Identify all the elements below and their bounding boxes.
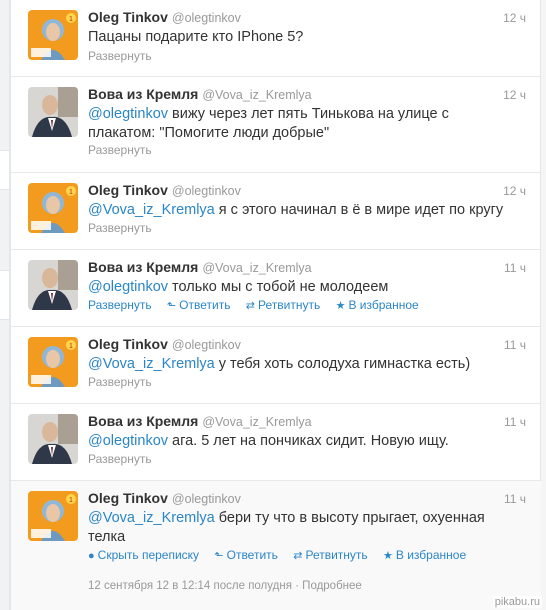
tweet-body: у тебя хоть солодуха гимнастка есть) bbox=[214, 356, 471, 372]
author-handle[interactable]: @olegtinkov bbox=[172, 338, 241, 352]
avatar-oleg-tinkov[interactable]: 1 bbox=[28, 337, 78, 387]
author-name[interactable]: Oleg Tinkov bbox=[88, 336, 168, 352]
author-handle[interactable]: @Vova_iz_Kremlya bbox=[202, 261, 311, 275]
reply-button[interactable]: ⬑ Ответить bbox=[214, 548, 278, 562]
tweet-text: @olegtinkov вижу через лет пять Тинькова… bbox=[88, 105, 508, 143]
tweet-time[interactable]: 12 ч bbox=[503, 88, 526, 102]
mention-link[interactable]: @olegtinkov bbox=[88, 279, 168, 295]
tweet-time[interactable]: 12 ч bbox=[503, 184, 526, 198]
retweet-button[interactable]: ⇄ Ретвитнуть bbox=[293, 548, 367, 562]
avatar-oleg-tinkov[interactable]: 1 bbox=[28, 10, 78, 60]
avatar-vova-iz-kremlya[interactable] bbox=[28, 414, 78, 464]
tweet-time[interactable]: 11 ч bbox=[504, 338, 526, 352]
reply-label: Ответить bbox=[179, 298, 231, 312]
tweet[interactable]: Вова из Кремля @Vova_iz_Kremlya 11 ч @ole… bbox=[11, 404, 542, 481]
reply-icon: ⬑ bbox=[166, 300, 177, 312]
tweet[interactable]: 1 Oleg Tinkov @olegtinkov 12 ч @Vova_iz_K… bbox=[11, 173, 542, 250]
tweet[interactable]: 1 Oleg Tinkov @olegtinkov 11 ч @Vova_iz_K… bbox=[11, 481, 542, 610]
svg-text:1: 1 bbox=[69, 343, 73, 350]
author-handle[interactable]: @olegtinkov bbox=[172, 11, 241, 25]
expand-link[interactable]: Развернуть bbox=[88, 375, 152, 389]
author-handle[interactable]: @olegtinkov bbox=[172, 184, 241, 198]
tweet-text: @olegtinkov только мы с тобой не молодее… bbox=[88, 278, 508, 297]
avatar-oleg-tinkov[interactable]: 1 bbox=[28, 491, 78, 541]
svg-text:1: 1 bbox=[69, 189, 73, 196]
tweet-text: @olegtinkov ага. 5 лет на пончиках сидит… bbox=[88, 432, 508, 451]
tweet-time[interactable]: 11 ч bbox=[504, 261, 526, 275]
tweet-text: @Vova_iz_Kremlya бери ту что в высоту пр… bbox=[88, 509, 488, 547]
tweet-timestamp[interactable]: 12 сентября 12 в 12:14 после полудня bbox=[88, 580, 292, 592]
author-name[interactable]: Oleg Tinkov bbox=[88, 9, 168, 25]
avatar-oleg-tinkov[interactable]: 1 bbox=[28, 183, 78, 233]
avatar-vova-iz-kremlya[interactable] bbox=[28, 87, 78, 137]
retweet-icon: ⇄ bbox=[245, 300, 256, 312]
tweet-time[interactable]: 12 ч bbox=[503, 11, 526, 25]
rail-notch bbox=[0, 150, 10, 190]
tweet-text: @Vova_iz_Kremlya у тебя хоть солодуха ги… bbox=[88, 355, 508, 374]
tweet-body: ага. 5 лет на пончиках сидит. Новую ищу. bbox=[168, 433, 449, 449]
expand-link[interactable]: Развернуть bbox=[88, 452, 152, 466]
favorite-label: В избранное bbox=[395, 548, 467, 562]
favorite-button[interactable]: ★ В избранное bbox=[336, 298, 419, 312]
expand-link[interactable]: Развернуть bbox=[88, 49, 152, 63]
tweet[interactable]: Вова из Кремля @Vova_iz_Kremlya 11 ч @ole… bbox=[11, 250, 542, 327]
mention-link[interactable]: @olegtinkov bbox=[88, 106, 168, 122]
author-name[interactable]: Oleg Tinkov bbox=[88, 182, 168, 198]
mention-link[interactable]: @Vova_iz_Kremlya bbox=[88, 202, 215, 218]
rail-notch bbox=[0, 270, 10, 320]
left-rail bbox=[0, 0, 10, 610]
star-icon: ★ bbox=[383, 550, 393, 562]
favorite-label: В избранное bbox=[348, 298, 419, 312]
conversation-timeline: 1 Oleg Tinkov @olegtinkov 12 ч Пацаны под… bbox=[10, 0, 542, 610]
author-name[interactable]: Вова из Кремля bbox=[88, 259, 198, 275]
right-rail bbox=[541, 0, 546, 610]
svg-text:1: 1 bbox=[69, 16, 73, 23]
hide-conversation-button[interactable]: ● Скрыть переписку bbox=[88, 548, 199, 562]
mention-link[interactable]: @olegtinkov bbox=[88, 433, 168, 449]
reply-label: Ответить bbox=[226, 548, 278, 562]
tweet[interactable]: 1 Oleg Tinkov @olegtinkov 12 ч Пацаны под… bbox=[11, 0, 542, 77]
author-handle[interactable]: @Vova_iz_Kremlya bbox=[202, 88, 311, 102]
tweet[interactable]: 1 Oleg Tinkov @olegtinkov 11 ч @Vova_iz_K… bbox=[11, 327, 542, 404]
tweet-body: только мы с тобой не молодеем bbox=[168, 279, 389, 295]
author-handle[interactable]: @Vova_iz_Kremlya bbox=[202, 415, 311, 429]
expand-link[interactable]: Развернуть bbox=[88, 221, 152, 235]
watermark: pikabu.ru bbox=[492, 596, 542, 608]
tweet-text: @Vova_iz_Kremlya я с этого начинал в ё в… bbox=[88, 201, 508, 220]
author-name[interactable]: Вова из Кремля bbox=[88, 86, 198, 102]
avatar-vova-iz-kremlya[interactable] bbox=[28, 260, 78, 310]
meta-separator: · bbox=[291, 580, 303, 592]
expand-link[interactable]: Развернуть bbox=[88, 143, 152, 157]
mention-link[interactable]: @Vova_iz_Kremlya bbox=[88, 510, 215, 526]
svg-text:1: 1 bbox=[69, 497, 73, 504]
tweet-time[interactable]: 11 ч bbox=[504, 415, 526, 429]
tweet[interactable]: Вова из Кремля @Vova_iz_Kremlya 12 ч @ole… bbox=[11, 77, 542, 173]
author-name[interactable]: Вова из Кремля bbox=[88, 413, 198, 429]
author-name[interactable]: Oleg Tinkov bbox=[88, 490, 168, 506]
reply-button[interactable]: ⬑ Ответить bbox=[167, 298, 231, 312]
retweet-button[interactable]: ⇄ Ретвитнуть bbox=[246, 298, 320, 312]
expand-link[interactable]: Развернуть bbox=[88, 298, 152, 312]
star-icon: ★ bbox=[335, 300, 346, 312]
retweet-icon: ⇄ bbox=[293, 550, 303, 562]
author-handle[interactable]: @olegtinkov bbox=[172, 492, 241, 506]
retweet-label: Ретвитнуть bbox=[305, 548, 368, 562]
mention-link[interactable]: @Vova_iz_Kremlya bbox=[88, 356, 215, 372]
tweet-time[interactable]: 11 ч bbox=[504, 492, 526, 506]
details-link[interactable]: Подробнее bbox=[302, 580, 362, 592]
tweet-body: я с этого начинал в ё в мире идет по кру… bbox=[214, 202, 504, 218]
reply-icon: ⬑ bbox=[214, 550, 224, 562]
speech-bubble-icon: ● bbox=[88, 550, 95, 562]
favorite-button[interactable]: ★ В избранное bbox=[383, 548, 466, 562]
tweet-text: Пацаны подарите кто IPhone 5? bbox=[88, 29, 304, 45]
retweet-label: Ретвитнуть bbox=[258, 298, 321, 312]
hide-conversation-label: Скрыть переписку bbox=[97, 548, 200, 562]
